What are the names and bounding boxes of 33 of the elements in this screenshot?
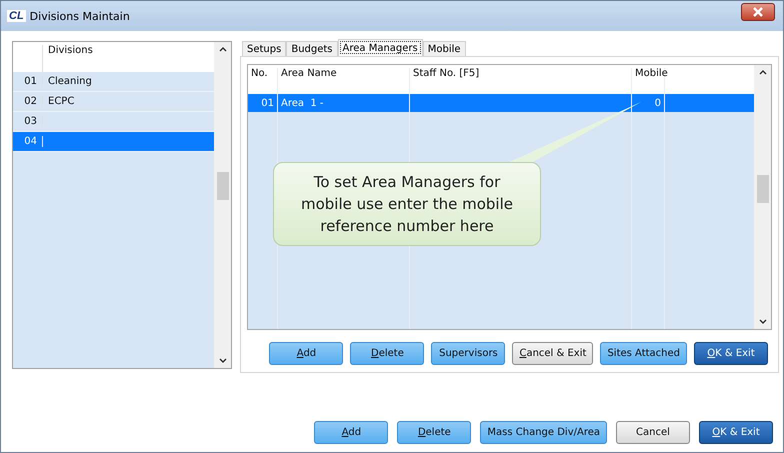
close-icon bbox=[751, 7, 765, 17]
scroll-bar[interactable] bbox=[754, 65, 771, 329]
action-button[interactable]: OK & Exit bbox=[699, 421, 773, 444]
scroll-up-icon[interactable] bbox=[218, 46, 226, 52]
action-button[interactable]: Add bbox=[314, 421, 388, 444]
action-button[interactable]: Supervisors bbox=[431, 342, 506, 365]
tab[interactable]: Budgets bbox=[286, 41, 338, 56]
action-button[interactable]: Delete bbox=[397, 421, 472, 444]
action-button[interactable]: Cancel bbox=[616, 421, 690, 444]
scroll-thumb[interactable] bbox=[756, 175, 768, 203]
division-row[interactable]: 01 Cleaning bbox=[13, 72, 214, 92]
action-button[interactable]: Add bbox=[269, 342, 344, 365]
table-row[interactable]: 01 Area 1 - 0 bbox=[248, 94, 754, 112]
action-button[interactable]: OK & Exit bbox=[694, 342, 768, 365]
action-button[interactable]: Delete bbox=[350, 342, 424, 365]
close-button[interactable] bbox=[741, 3, 775, 21]
scroll-bar[interactable] bbox=[214, 42, 231, 368]
scroll-thumb[interactable] bbox=[216, 172, 228, 200]
division-row[interactable]: 02 ECPC bbox=[13, 92, 214, 112]
callout-text: To set Area Managers for mobile use enter the mobile reference number here bbox=[273, 162, 541, 246]
action-button[interactable]: Sites Attached bbox=[600, 342, 687, 365]
column-header: Divisions bbox=[47, 45, 93, 58]
division-row[interactable]: 04 bbox=[13, 132, 214, 152]
scroll-up-icon[interactable] bbox=[758, 69, 766, 75]
scroll-down-icon[interactable] bbox=[758, 319, 766, 325]
scroll-down-icon[interactable] bbox=[218, 358, 226, 364]
app-logo: CL bbox=[7, 10, 26, 22]
action-button[interactable]: Cancel & Exit bbox=[512, 342, 594, 365]
action-button[interactable]: Mass Change Div/Area bbox=[480, 421, 607, 444]
window-title: Divisions Maintain bbox=[30, 10, 131, 22]
tab[interactable]: Mobile bbox=[422, 41, 466, 56]
tab[interactable]: Area Managers bbox=[338, 39, 423, 56]
tab[interactable]: Setups bbox=[242, 41, 286, 56]
